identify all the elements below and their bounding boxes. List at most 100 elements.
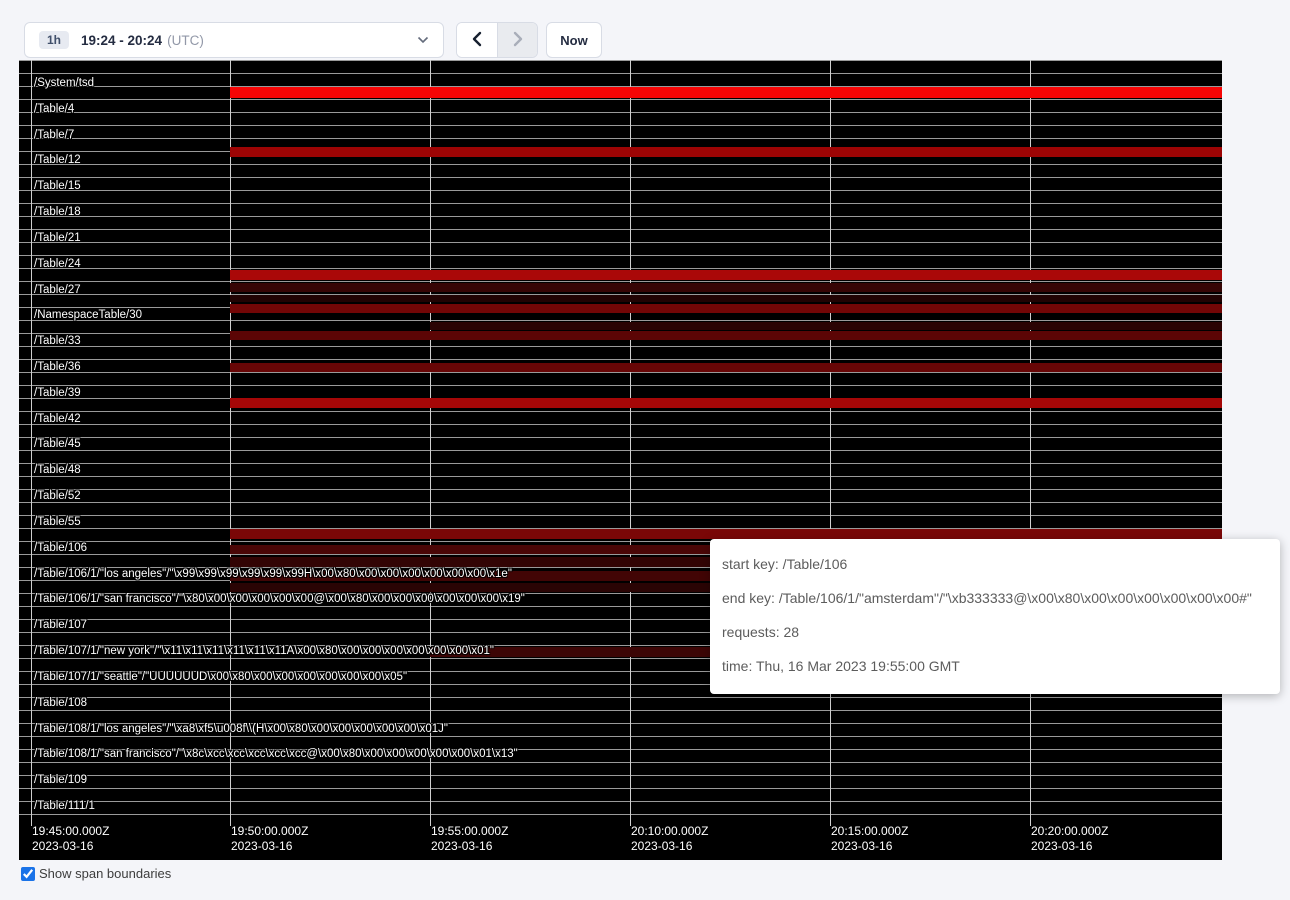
span-key-label: /Table/108: [34, 696, 87, 710]
gridline-h: [19, 99, 1222, 100]
span-key-label: /Table/107/1/"new york"/"\x11\x11\x11\x1…: [34, 644, 494, 658]
gridline-h: [19, 346, 1222, 347]
gridline-h: [19, 73, 1222, 74]
gridline-h: [19, 164, 1222, 165]
gridline-h: [19, 320, 1222, 321]
gridline-v: [1030, 60, 1031, 826]
heat-band[interactable]: [230, 283, 1222, 292]
gridline-h: [19, 177, 1222, 178]
heat-band[interactable]: [230, 331, 1222, 340]
span-key-label: /Table/106: [34, 541, 87, 555]
span-key-label: /Table/106/1/"los angeles"/"\x99\x99\x99…: [34, 567, 512, 581]
span-key-label: /Table/4: [34, 102, 74, 116]
heat-band[interactable]: [230, 398, 1222, 408]
axis-date: 2023-03-16: [1031, 839, 1108, 854]
time-range-dropdown[interactable]: 1h 19:24 - 20:24 (UTC): [24, 22, 444, 58]
gridline-h: [19, 60, 1222, 61]
span-key-label: /Table/36: [34, 360, 81, 374]
gridline-h: [19, 203, 1222, 204]
span-key-label: /Table/12: [34, 153, 81, 167]
axis-time: 19:55:00.000Z: [431, 824, 508, 839]
span-key-label: /System/tsd: [34, 76, 94, 90]
span-key-label: /Table/108/1/"los angeles"/"\xa8\xf5\u00…: [34, 722, 448, 736]
heat-band[interactable]: [230, 304, 1222, 313]
axis-tick-label: 19:45:00.000Z2023-03-16: [32, 824, 109, 854]
span-key-label: /Table/106/1/"san francisco"/"\x80\x00\x…: [34, 592, 525, 606]
span-key-label: /Table/52: [34, 489, 81, 503]
tooltip-start-key: start key: /Table/106: [722, 547, 1268, 581]
heat-band[interactable]: [430, 322, 1222, 330]
key-visualizer-canvas[interactable]: /System/tsd/Table/4/Table/7/Table/12/Tab…: [19, 60, 1222, 860]
axis-date: 2023-03-16: [631, 839, 708, 854]
chevron-right-icon: [511, 31, 525, 50]
heat-band[interactable]: [230, 295, 1222, 302]
time-preset-badge: 1h: [39, 31, 69, 49]
axis-time: 20:15:00.000Z: [831, 824, 908, 839]
axis-tick-label: 20:10:00.000Z2023-03-16: [631, 824, 708, 854]
now-button[interactable]: Now: [546, 22, 602, 58]
heat-band[interactable]: [230, 147, 1222, 157]
gridline-h: [19, 710, 1222, 711]
span-key-label: /Table/107/1/"seattle"/"UUUUUUD\x00\x80\…: [34, 670, 407, 684]
gridline-v: [31, 60, 32, 826]
gridline-h: [19, 736, 1222, 737]
gridline-h: [19, 268, 1222, 269]
time-range-text: 19:24 - 20:24: [81, 33, 162, 48]
gridline-h: [19, 450, 1222, 451]
gridline-h: [19, 697, 1222, 698]
tooltip-time: time: Thu, 16 Mar 2023 19:55:00 GMT: [722, 649, 1268, 683]
axis-date: 2023-03-16: [32, 839, 109, 854]
show-span-boundaries-checkbox[interactable]: [21, 867, 35, 881]
heat-band[interactable]: [230, 529, 1222, 539]
span-key-label: /Table/109: [34, 773, 87, 787]
span-key-label: /Table/111/1: [34, 799, 95, 813]
gridline-h: [19, 242, 1222, 243]
axis-time: 19:45:00.000Z: [32, 824, 109, 839]
span-key-label: /Table/18: [34, 205, 81, 219]
gridline-h: [19, 476, 1222, 477]
gridline-h: [19, 216, 1222, 217]
tooltip-requests: requests: 28: [722, 615, 1268, 649]
span-key-label: /Table/21: [34, 231, 81, 245]
axis-tick-label: 20:20:00.000Z2023-03-16: [1031, 824, 1108, 854]
heat-band[interactable]: [230, 270, 1222, 280]
gridline-h: [19, 255, 1222, 256]
axis-tick-label: 19:50:00.000Z2023-03-16: [231, 824, 308, 854]
span-key-label: /Table/42: [34, 412, 81, 426]
axis-date: 2023-03-16: [431, 839, 508, 854]
span-key-label: /Table/45: [34, 437, 81, 451]
chevron-down-icon: [417, 36, 429, 44]
gridline-h: [19, 502, 1222, 503]
span-key-label: /NamespaceTable/30: [34, 308, 142, 322]
previous-button[interactable]: [457, 23, 497, 57]
time-range-timezone: (UTC): [167, 33, 204, 48]
gridline-h: [19, 125, 1222, 126]
gridline-h: [19, 138, 1222, 139]
span-key-label: /Table/108/1/"san francisco"/"\x8c\xcc\x…: [34, 747, 518, 761]
next-button[interactable]: [497, 23, 537, 57]
axis-time: 19:50:00.000Z: [231, 824, 308, 839]
show-span-boundaries-toggle[interactable]: Show span boundaries: [21, 866, 171, 881]
gridline-h: [19, 372, 1222, 373]
gridline-h: [19, 515, 1222, 516]
gridline-v: [630, 60, 631, 826]
span-key-label: /Table/7: [34, 128, 74, 142]
axis-time: 20:20:00.000Z: [1031, 824, 1108, 839]
gridline-h: [19, 775, 1222, 776]
gridline-h: [19, 190, 1222, 191]
axis-tick-label: 19:55:00.000Z2023-03-16: [431, 824, 508, 854]
heat-band[interactable]: [230, 363, 1222, 372]
span-key-label: /Table/24: [34, 257, 81, 271]
gridline-h: [19, 385, 1222, 386]
show-span-boundaries-label: Show span boundaries: [39, 866, 171, 881]
axis-time: 20:10:00.000Z: [631, 824, 708, 839]
gridline-h: [19, 762, 1222, 763]
axis-date: 2023-03-16: [831, 839, 908, 854]
span-key-label: /Table/39: [34, 386, 81, 400]
span-key-label: /Table/55: [34, 515, 81, 529]
heat-band[interactable]: [230, 87, 1222, 98]
gridline-v: [230, 60, 231, 826]
axis-tick-label: 20:15:00.000Z2023-03-16: [831, 824, 908, 854]
gridline-h: [19, 489, 1222, 490]
time-nav-group: [456, 22, 538, 58]
